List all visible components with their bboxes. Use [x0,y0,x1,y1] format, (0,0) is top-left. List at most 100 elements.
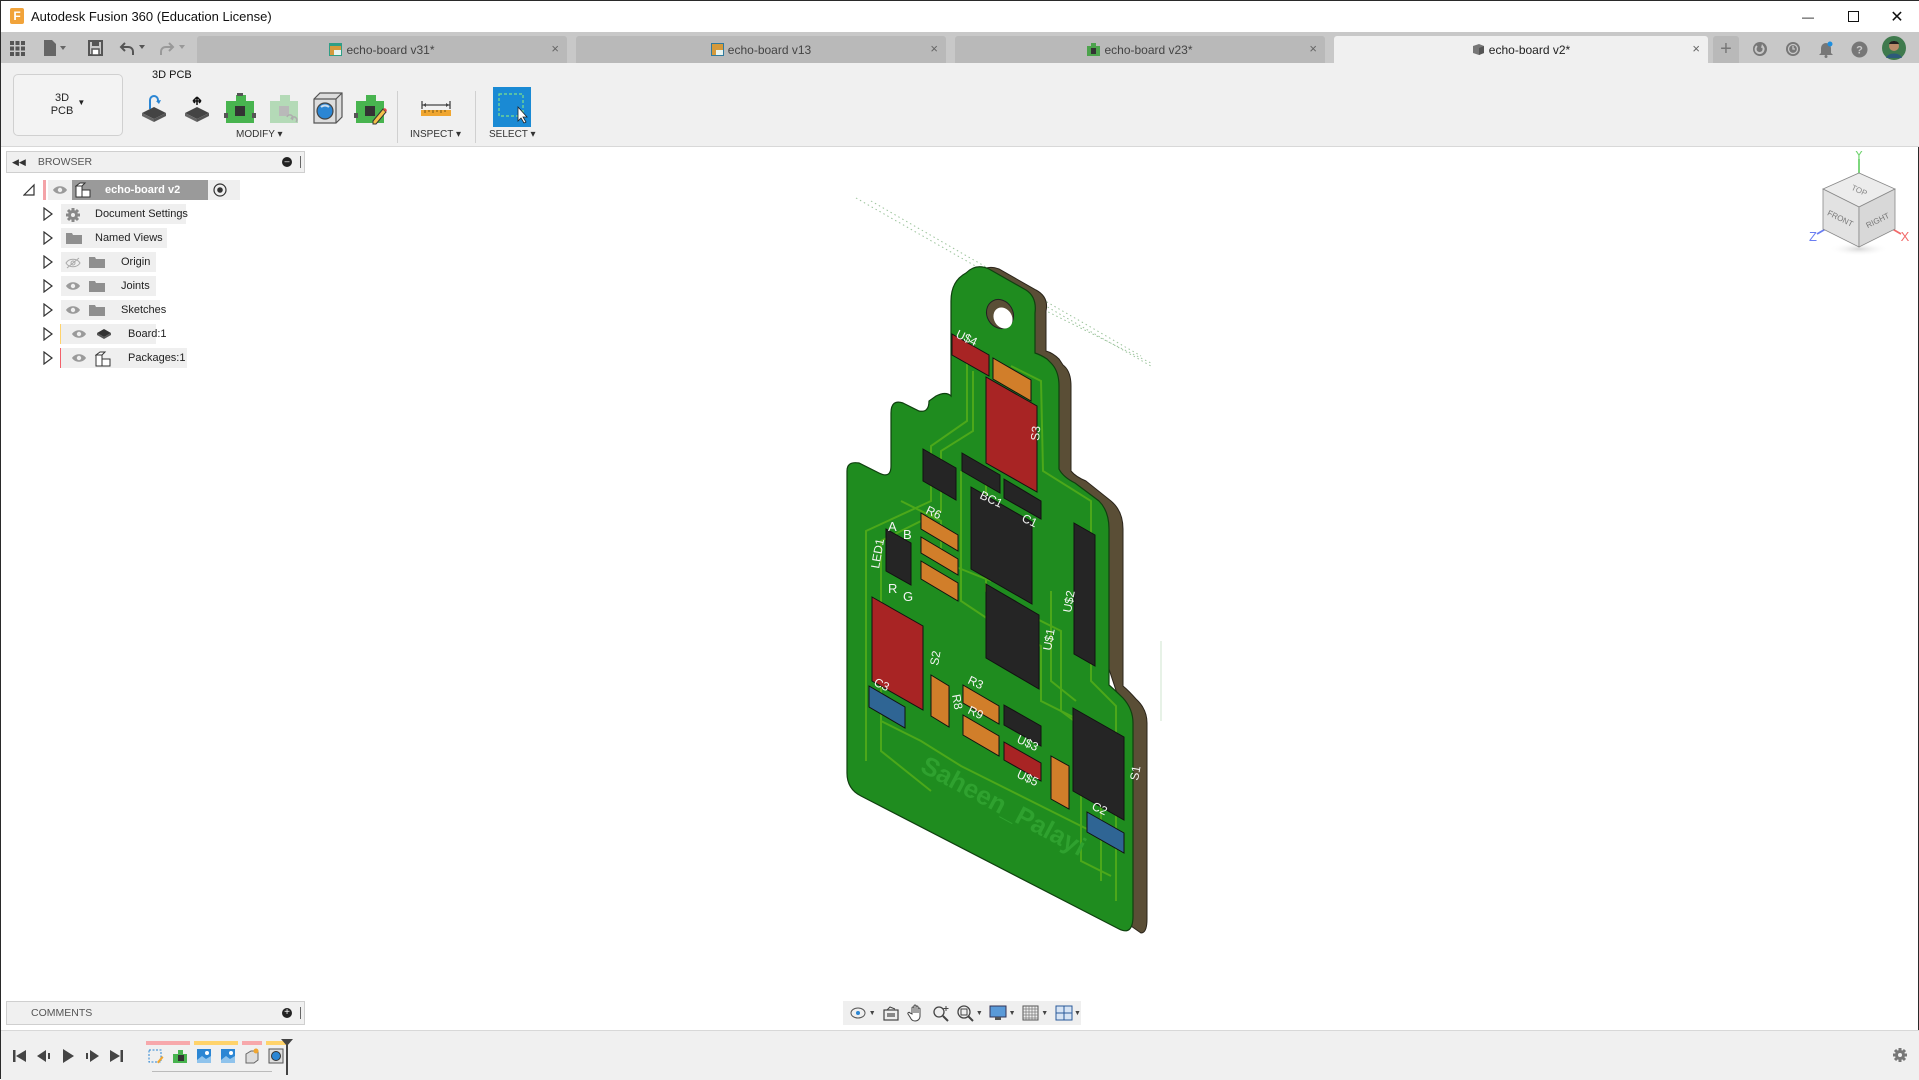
redo-button[interactable] [159,38,187,58]
fit-button[interactable] [956,1004,975,1022]
browser-item-document-settings[interactable]: Document Settings [41,204,261,224]
step-back-icon[interactable] [36,1048,52,1064]
image-feature-icon[interactable] [220,1048,236,1064]
browser-item-board-1[interactable]: Board:1 [41,324,261,344]
help-button[interactable]: ? [1848,38,1870,60]
expand-triangle-icon[interactable] [42,231,54,245]
panel-resize-handle[interactable] [300,156,302,168]
collapse-panel-icon[interactable]: ◀◀ [12,157,26,168]
go-to-end-icon[interactable] [108,1048,124,1064]
browser-root-node[interactable]: echo-board v2 [21,180,251,200]
link-pcb-button[interactable] [267,91,301,125]
move-package-button[interactable] [180,91,214,125]
look-at-button[interactable] [882,1004,901,1022]
step-forward-icon[interactable] [84,1048,100,1064]
document-tab[interactable]: echo-board v23* × [955,36,1325,63]
eye-icon[interactable] [52,185,68,195]
root-pill: echo-board v2 [48,180,240,200]
chevron-down-icon[interactable]: ▼ [869,1010,876,1017]
gear-icon [65,207,81,226]
expand-triangle-icon[interactable] [42,255,54,269]
gear-icon[interactable] [1892,1047,1908,1063]
file-menu-button[interactable] [43,38,67,58]
browser-item-label: Document Settings [95,208,188,220]
save-button[interactable] [88,38,103,58]
expand-triangle-icon[interactable] [42,303,54,317]
undo-button[interactable] [119,38,147,58]
grid-settings-button[interactable] [1022,1004,1041,1022]
sketch-feature-icon[interactable] [148,1048,164,1064]
workspace-switcher-button[interactable]: 3D PCB ▼ [13,74,123,136]
minimize-button[interactable]: — [1785,1,1831,32]
timeline-track [152,1071,272,1072]
expand-triangle-icon[interactable] [42,351,54,365]
chevron-down-icon[interactable]: ▼ [1041,1010,1048,1017]
browser-panel-header: ◀◀ BROWSER – [6,151,305,173]
expanded-triangle-icon[interactable] [23,183,35,197]
minus-circle-icon[interactable]: – [282,157,292,167]
zoom-button[interactable] [931,1004,950,1022]
chevron-down-icon[interactable]: ▼ [1074,1010,1081,1017]
pan-button[interactable] [907,1004,926,1022]
go-to-start-icon[interactable] [12,1048,28,1064]
document-tab[interactable]: echo-board v13 × [576,36,946,63]
chevron-down-icon[interactable]: ▼ [976,1010,983,1017]
chevron-down-icon[interactable]: ▼ [1009,1010,1016,1017]
update-package-button[interactable] [137,91,171,125]
panel-resize-handle[interactable] [300,1007,302,1019]
fit-icon [957,1005,975,1022]
new-tab-button[interactable]: + [1713,36,1739,63]
display-settings-button[interactable] [989,1004,1008,1022]
edit-pcb-button[interactable] [353,91,387,125]
expand-triangle-icon[interactable] [42,327,54,341]
close-tab-icon[interactable]: × [1692,41,1700,56]
timeline-marker-handle[interactable] [281,1039,293,1075]
document-tab[interactable]: echo-board v31* × [197,36,567,63]
ruler-measure-icon [421,101,451,116]
push-to-pcb-button[interactable] [223,91,257,125]
orbit-button[interactable] [849,1004,868,1022]
pcb-3d-model[interactable]: U$4 S3 BC1 C1 R6 LED1 A B R G U$2 U$1 S2… [701,181,1261,961]
expand-triangle-icon[interactable] [42,279,54,293]
look-at-icon [883,1006,899,1021]
close-tab-icon[interactable]: × [551,41,559,56]
maximize-button[interactable] [1830,1,1876,32]
eye-icon[interactable] [71,329,87,342]
job-status-button[interactable] [1782,38,1804,60]
close-tab-icon[interactable]: × [1309,41,1317,56]
measure-button[interactable] [419,91,453,125]
close-window-button[interactable]: ✕ [1874,1,1919,32]
browser-item-packages-1[interactable]: Packages:1 [41,348,261,368]
browser-item-named-views[interactable]: Named Views [41,228,261,248]
eye-icon[interactable] [65,281,81,294]
browser-item-sketches[interactable]: Sketches [41,300,261,320]
z-axis-label: Z [1809,229,1817,244]
modify-menu[interactable]: MODIFY ▾ [236,129,283,140]
user-avatar[interactable] [1881,35,1907,61]
inspect-menu[interactable]: INSPECT ▾ [410,129,461,140]
eye-hidden-icon[interactable] [65,257,81,272]
eye-icon[interactable] [71,353,87,366]
play-icon[interactable] [60,1048,76,1064]
apps-grid-button[interactable] [10,38,25,58]
browser-item-joints[interactable]: Joints [41,276,261,296]
activate-radio-icon[interactable] [213,183,227,197]
document-tab-active[interactable]: echo-board v2* × [1334,36,1708,63]
viewports-button[interactable] [1054,1004,1073,1022]
select-button[interactable] [493,87,531,127]
close-tab-icon[interactable]: × [930,41,938,56]
new-component-feature-icon[interactable] [244,1048,260,1064]
browser-item-origin[interactable]: Origin [41,252,261,272]
eye-icon[interactable] [65,305,81,318]
image-feature-icon[interactable] [196,1048,212,1064]
select-menu[interactable]: SELECT ▾ [489,129,536,140]
viewports-icon [1055,1005,1073,1021]
orbit-icon [850,1007,866,1019]
add-comment-icon[interactable]: + [282,1008,292,1018]
pcb-feature-icon[interactable] [172,1048,188,1064]
notifications-button[interactable] [1815,38,1837,60]
expand-triangle-icon[interactable] [42,207,54,221]
viewcube[interactable]: TOP FRONT RIGHT Y Z X [1809,151,1909,261]
extensions-button[interactable] [1749,38,1771,60]
appearance-button[interactable] [310,91,344,125]
